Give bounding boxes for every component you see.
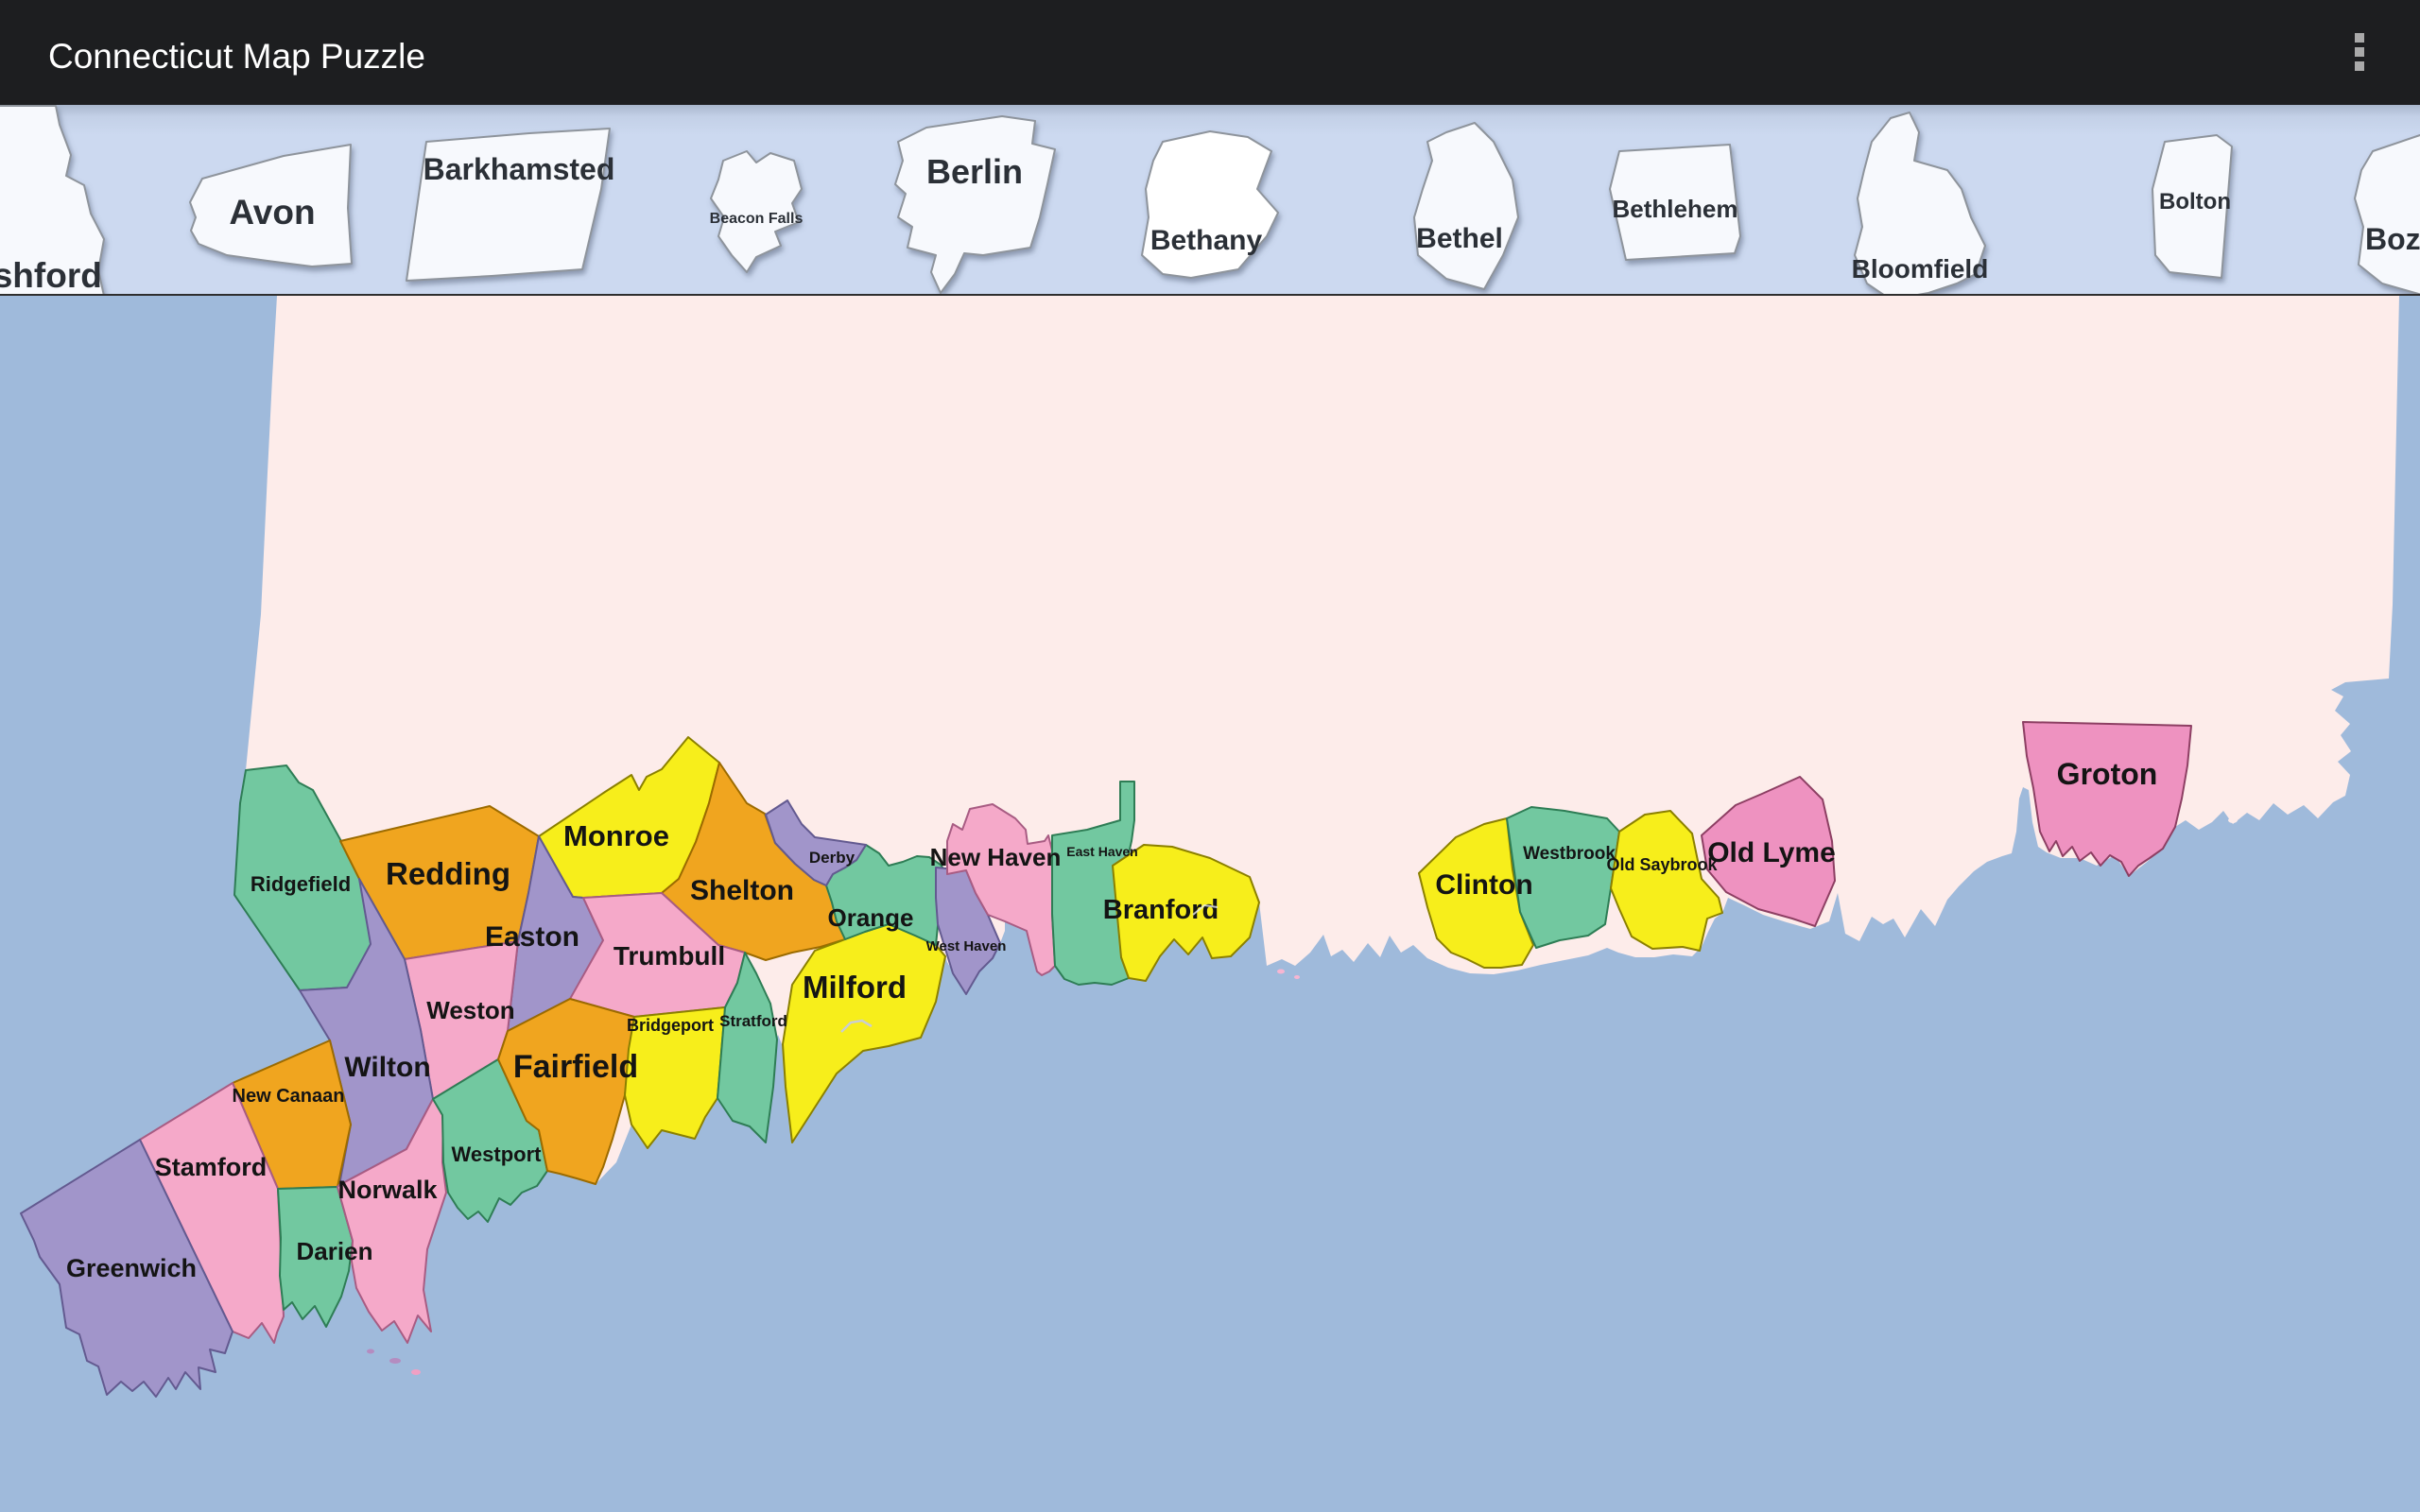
svg-text:Bridgeport: Bridgeport: [627, 1016, 714, 1035]
svg-text:Groton: Groton: [2057, 757, 2158, 791]
svg-text:Old Lyme: Old Lyme: [1707, 837, 1836, 868]
svg-text:Milford: Milford: [803, 970, 907, 1005]
svg-text:Old Saybrook: Old Saybrook: [1606, 855, 1718, 874]
svg-text:Bethlehem: Bethlehem: [1613, 195, 1738, 223]
svg-text:Westport: Westport: [452, 1143, 543, 1166]
svg-text:Derby: Derby: [809, 849, 856, 867]
svg-text:Fairfield: Fairfield: [513, 1049, 638, 1085]
svg-text:Trumbull: Trumbull: [614, 941, 725, 971]
svg-text:Monroe: Monroe: [563, 819, 669, 852]
svg-text:Easton: Easton: [485, 921, 579, 953]
svg-text:Beacon Falls: Beacon Falls: [710, 211, 804, 227]
svg-text:Stratford: Stratford: [719, 1012, 787, 1030]
svg-text:New Haven: New Haven: [930, 843, 1062, 871]
svg-text:Barkhamsted: Barkhamsted: [424, 152, 615, 186]
svg-text:East Haven: East Haven: [1066, 844, 1137, 859]
svg-text:Avon: Avon: [229, 193, 315, 232]
svg-text:New Canaan: New Canaan: [233, 1086, 345, 1107]
svg-text:Redding: Redding: [386, 856, 510, 891]
svg-text:Bolton: Bolton: [2159, 189, 2231, 215]
svg-text:Shelton: Shelton: [690, 875, 794, 906]
svg-text:Stamford: Stamford: [155, 1153, 268, 1181]
svg-text:Connecticut Map Puzzle: Connecticut Map Puzzle: [48, 37, 425, 76]
svg-text:Bethel: Bethel: [1416, 223, 1503, 254]
svg-text:Branford: Branford: [1103, 895, 1219, 925]
svg-text:Ridgefield: Ridgefield: [251, 872, 351, 896]
svg-text:Bloomfield: Bloomfield: [1852, 254, 1989, 284]
svg-text:Orange: Orange: [827, 903, 913, 932]
svg-text:West Haven: West Haven: [926, 938, 1007, 954]
svg-text:Ashford: Ashford: [0, 256, 102, 295]
svg-text:Norwalk: Norwalk: [337, 1176, 438, 1204]
svg-text:Bozrah: Bozrah: [2365, 222, 2420, 256]
svg-text:Greenwich: Greenwich: [66, 1254, 197, 1282]
svg-text:Wilton: Wilton: [344, 1052, 430, 1083]
svg-text:Clinton: Clinton: [1435, 869, 1532, 901]
svg-text:Darien: Darien: [297, 1237, 373, 1265]
svg-text:Westbrook: Westbrook: [1523, 844, 1616, 864]
svg-text:Weston: Weston: [426, 996, 514, 1024]
svg-text:Berlin: Berlin: [926, 152, 1023, 191]
svg-text:Bethany: Bethany: [1150, 225, 1263, 256]
